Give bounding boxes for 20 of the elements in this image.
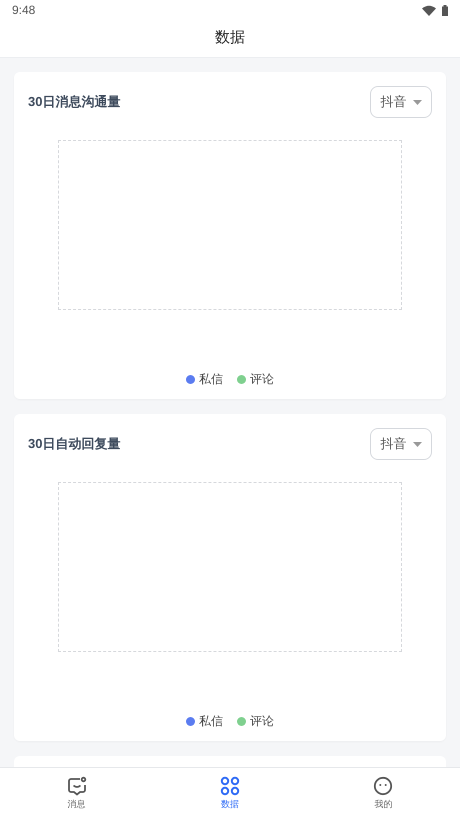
legend-label: 私信 <box>199 371 223 388</box>
platform-dropdown[interactable]: 抖音 <box>370 428 432 460</box>
legend-label: 私信 <box>199 713 223 730</box>
face-icon <box>373 776 394 796</box>
tab-bar-item[interactable]: 消息 <box>0 768 154 819</box>
grid-icon <box>220 776 240 796</box>
page-title: 数据 <box>215 28 245 48</box>
chat-icon <box>66 776 87 796</box>
card-title: 30日消息沟通量 <box>28 93 120 112</box>
card-title: 30日自动回复量 <box>28 435 120 454</box>
platform-dropdown[interactable]: 抖音 <box>370 86 432 118</box>
wifi-icon <box>422 4 436 16</box>
battery-icon <box>442 4 448 16</box>
tab-bar-item[interactable]: 我的 <box>306 768 460 819</box>
legend-label: 评论 <box>250 713 274 730</box>
caret-icon <box>412 442 422 446</box>
legend-label: 评论 <box>250 371 274 388</box>
tab-bar-item[interactable]: 数据 <box>153 768 307 819</box>
caret-icon <box>412 100 422 104</box>
status-time: 9:48 <box>12 2 36 19</box>
